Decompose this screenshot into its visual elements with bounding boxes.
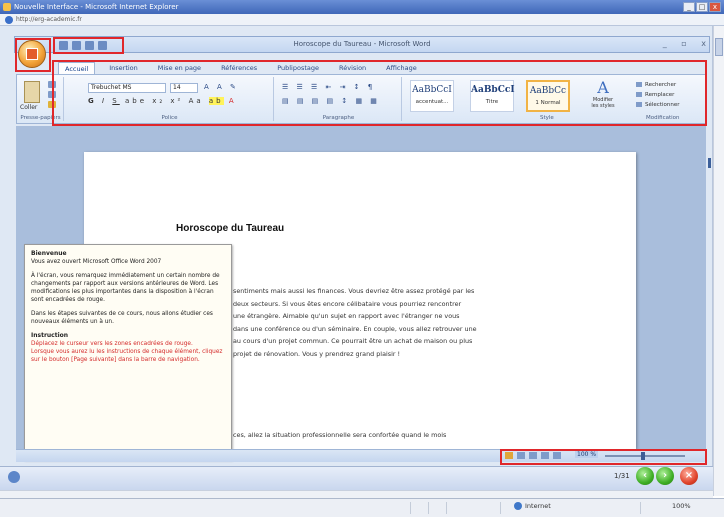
browser-window-controls: _ □ x (683, 2, 721, 12)
document-line: au cours d'un projet commun. Ce pourrait… (233, 337, 473, 345)
word-window-controls[interactable]: _ ▫ x (663, 39, 712, 48)
document-line: sentiments mais aussi les finances. Vous… (233, 287, 475, 295)
instruction-title: Instruction (31, 332, 69, 339)
document-body: sentiments mais aussi les finances. Vous… (233, 285, 623, 360)
note-title: Bienvenue (31, 250, 67, 257)
browser-zoom[interactable]: 100% (672, 502, 691, 510)
highlight-ribbon (52, 60, 707, 126)
document-line: ces, allez la situation professionnelle … (233, 431, 447, 439)
view-ruler-icon[interactable] (708, 158, 711, 168)
scroll-thumb[interactable] (715, 38, 723, 56)
course-menu-icon[interactable] (8, 471, 20, 483)
address-text: http://erg-academic.fr (16, 16, 82, 23)
status-divider (500, 502, 501, 514)
browser-title: Nouvelle Interface - Microsoft Internet … (14, 3, 179, 11)
maximize-button[interactable]: □ (696, 2, 708, 12)
instruction-text: Lorsque vous aurez lu les instructions d… (31, 349, 223, 363)
minimize-button[interactable]: _ (683, 2, 695, 12)
vertical-scrollbar[interactable] (713, 26, 724, 496)
status-divider (446, 502, 447, 514)
document-heading: Horoscope du Taureau (176, 223, 285, 234)
document-line: projet de rénovation. Vous y prendrez gr… (233, 349, 401, 358)
status-divider (428, 502, 429, 514)
browser-status-bar (0, 498, 724, 517)
note-intro: Vous avez ouvert Microsoft Office Word 2… (31, 259, 162, 265)
browser-title-bar: Nouvelle Interface - Microsoft Internet … (0, 0, 724, 14)
highlight-status-bar (500, 449, 707, 465)
instruction-panel: Bienvenue Vous avez ouvert Microsoft Off… (24, 244, 232, 460)
quit-button[interactable]: × (680, 467, 698, 485)
previous-page-button[interactable]: ‹ (636, 467, 654, 485)
address-bar[interactable]: http://erg-academic.fr (0, 14, 724, 26)
document-line: une étrangère. Aimable qu'un sujet en ra… (233, 312, 460, 320)
highlight-office-button (15, 38, 51, 72)
paste-icon[interactable] (24, 81, 40, 103)
status-divider (640, 502, 641, 514)
security-zone: Internet (514, 502, 551, 510)
page-icon (5, 16, 13, 24)
paste-label: Coller (20, 104, 38, 111)
note-paragraph: À l'écran, vous remarquez immédiatement … (31, 273, 220, 303)
close-button[interactable]: x (709, 2, 721, 12)
note-paragraph: Dans les étapes suivantes de ce cours, n… (31, 311, 213, 325)
instruction-text: Déplacez le curseur vers les zones encad… (31, 341, 193, 347)
course-navigation-bar (0, 466, 713, 490)
document-line: deux secteurs. Si vous êtes encore célib… (233, 299, 462, 308)
word-title: Horoscope du Taureau - Microsoft Word (293, 40, 431, 48)
status-divider (410, 502, 411, 514)
highlight-quick-access (53, 37, 124, 54)
page-counter: 1/31 (614, 472, 630, 480)
horizontal-scrollbar[interactable] (0, 490, 713, 498)
ie-icon (3, 3, 11, 11)
next-page-button[interactable]: › (656, 467, 674, 485)
document-line: dans une conférence ou d'un séminaire. E… (233, 324, 477, 333)
